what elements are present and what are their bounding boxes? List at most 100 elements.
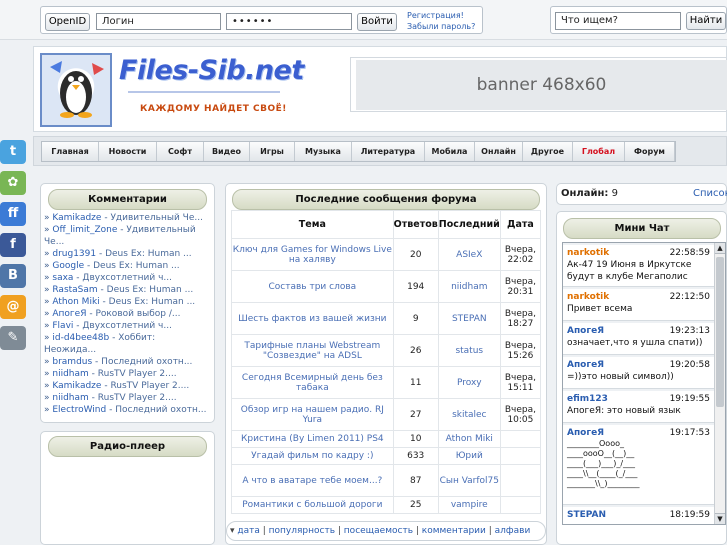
comment-user[interactable]: Off_limit_Zone — [52, 225, 117, 235]
comment-item[interactable]: » Off_limit_Zone - Удивительный — [44, 224, 212, 236]
online-list-link[interactable]: Список — [693, 188, 727, 199]
comment-topic[interactable]: Deus Ex: Human ... — [109, 297, 196, 307]
comment-topic[interactable]: Удивительный — [126, 225, 195, 235]
comment-item[interactable]: Че... — [44, 236, 212, 248]
comment-user[interactable]: drug1391 — [52, 249, 96, 259]
banner-ad[interactable]: banner 468x60 — [356, 60, 727, 110]
forum-topic-link[interactable]: Сегодня Всемирный день без табака — [231, 366, 394, 399]
nav-item-6[interactable]: Литература — [352, 142, 425, 161]
comment-item[interactable]: » drug1391 - Deus Ex: Human ... — [44, 248, 212, 260]
comment-user[interactable]: saxa — [52, 273, 73, 283]
facebook-icon[interactable]: f — [0, 233, 26, 257]
comment-user[interactable]: АпогеЯ — [52, 309, 86, 319]
comment-topic[interactable]: Роковой выбор /... — [95, 309, 180, 319]
password-input[interactable]: •••••• — [226, 13, 352, 30]
comment-user[interactable]: Athon Miki — [52, 297, 99, 307]
last-poster-link[interactable]: status — [437, 334, 501, 367]
search-button[interactable]: Найти — [686, 12, 726, 30]
comment-user[interactable]: Flavi — [52, 321, 73, 331]
forum-topic-link[interactable]: А что в аватаре тебе моем...? — [231, 464, 394, 497]
comment-item[interactable]: » id-d4bee48b - Хоббит: — [44, 332, 212, 344]
login-input[interactable]: Логин — [96, 13, 221, 30]
last-poster-link[interactable]: Proxy — [437, 366, 501, 399]
comment-topic[interactable]: RusTV Player 2.... — [110, 381, 189, 391]
comment-user[interactable]: bramdus — [52, 357, 92, 367]
forum-topic-link[interactable]: Кристина (By Limen 2011) PS4 — [231, 430, 394, 448]
last-poster-link[interactable]: niidham — [437, 270, 501, 303]
google-buzz-icon[interactable]: ✿ — [0, 171, 26, 195]
last-poster-link[interactable]: Юрий — [437, 447, 501, 465]
scroll-up-icon[interactable]: ▲ — [715, 243, 725, 254]
comment-user[interactable]: Google — [52, 261, 84, 271]
friendfeed-icon[interactable]: ff — [0, 202, 26, 226]
last-poster-link[interactable]: vampire — [437, 496, 501, 514]
comment-item[interactable]: » Kamikadze - RusTV Player 2.... — [44, 380, 212, 392]
comment-item[interactable]: » RastaSam - Deus Ex: Human ... — [44, 284, 212, 296]
comment-item[interactable]: » Kamikadze - Удивительный Че... — [44, 212, 212, 224]
sort-link-0[interactable]: дата — [237, 526, 260, 536]
nav-item-5[interactable]: Музыка — [295, 142, 352, 161]
comment-topic[interactable]: Двухсотлетний ч... — [82, 273, 172, 283]
vkontakte-icon[interactable]: B — [0, 264, 26, 288]
comment-topic[interactable]: Че... — [44, 237, 64, 247]
search-input[interactable]: Что ищем? — [555, 12, 681, 30]
comment-topic[interactable]: RusTV Player 2.... — [98, 393, 177, 403]
forum-topic-link[interactable]: Романтики с большой дороги — [231, 496, 394, 514]
comment-item[interactable]: Неожида... — [44, 344, 212, 356]
mail-ru-icon[interactable]: @ — [0, 295, 26, 319]
sort-link-1[interactable]: популярность — [269, 526, 335, 536]
nav-item-11[interactable]: Форум — [625, 142, 675, 161]
comment-item[interactable]: » saxa - Двухсотлетний ч... — [44, 272, 212, 284]
sort-link-3[interactable]: комментарии — [422, 526, 486, 536]
comment-topic[interactable]: Последний охотн... — [101, 357, 192, 367]
nav-item-2[interactable]: Софт — [157, 142, 204, 161]
comment-user[interactable]: niidham — [52, 369, 88, 379]
scroll-thumb[interactable] — [716, 257, 724, 407]
last-poster-link[interactable]: skitalec — [437, 398, 501, 431]
nav-item-8[interactable]: Онлайн — [475, 142, 523, 161]
comment-topic[interactable]: Хоббит: — [118, 333, 155, 343]
last-poster-link[interactable]: STEPAN — [437, 302, 501, 335]
nav-item-3[interactable]: Видео — [204, 142, 250, 161]
nav-item-4[interactable]: Игры — [250, 142, 295, 161]
sort-link-4[interactable]: алфави — [495, 526, 531, 536]
forum-topic-link[interactable]: Шесть фактов из вашей жизни — [231, 302, 394, 335]
comment-topic[interactable]: Deus Ex: Human ... — [105, 249, 192, 259]
register-link[interactable]: Регистрация! — [407, 11, 464, 21]
openid-button[interactable]: OpenID — [45, 13, 90, 31]
comment-item[interactable]: » niidham - RusTV Player 2.... — [44, 368, 212, 380]
comment-topic[interactable]: Последний охотн... — [115, 405, 206, 415]
forum-topic-link[interactable]: Обзор игр на нашем радио. RJ Yura — [231, 398, 394, 431]
comment-item[interactable]: » ElectroWind - Последний охотн... — [44, 404, 212, 416]
last-poster-link[interactable]: Сын Varfol75 — [437, 464, 501, 497]
comment-user[interactable]: ElectroWind — [52, 405, 106, 415]
forgot-password-link[interactable]: Забыли пароль? — [407, 22, 475, 32]
chat-scrollbar[interactable]: ▲ ▼ — [714, 243, 725, 524]
last-poster-link[interactable]: Athon Miki — [437, 430, 501, 448]
sort-link-2[interactable]: посещаемость — [344, 526, 413, 536]
bookmark-icon[interactable]: ✎ — [0, 326, 26, 350]
scroll-down-icon[interactable]: ▼ — [715, 513, 725, 524]
twitter-icon[interactable]: t — [0, 140, 26, 164]
comment-topic[interactable]: Удивительный Че... — [110, 213, 203, 223]
forum-topic-link[interactable]: Ключ для Games for Windows Live на халяв… — [231, 238, 394, 271]
comment-item[interactable]: » Athon Miki - Deus Ex: Human ... — [44, 296, 212, 308]
logo-icon[interactable] — [40, 53, 112, 127]
nav-item-0[interactable]: Главная — [42, 142, 99, 161]
comment-item[interactable]: » niidham - RusTV Player 2.... — [44, 392, 212, 404]
last-poster-link[interactable]: ASIeX — [437, 238, 501, 271]
comment-item[interactable]: » Flavi - Двухсотлетний ч... — [44, 320, 212, 332]
nav-item-1[interactable]: Новости — [99, 142, 157, 161]
comment-topic[interactable]: Двухсотлетний ч... — [82, 321, 172, 331]
forum-topic-link[interactable]: Составь три слова — [231, 270, 394, 303]
comment-user[interactable]: RastaSam — [52, 285, 97, 295]
forum-topic-link[interactable]: Угадай фильм по кадру :) — [231, 447, 394, 465]
comment-topic[interactable]: RusTV Player 2.... — [98, 369, 177, 379]
comment-user[interactable]: Kamikadze — [52, 213, 101, 223]
nav-item-10[interactable]: Глобал — [573, 142, 625, 161]
comment-item[interactable]: » bramdus - Последний охотн... — [44, 356, 212, 368]
comment-topic[interactable]: Неожида... — [44, 345, 96, 355]
comment-topic[interactable]: Deus Ex: Human ... — [93, 261, 180, 271]
comment-item[interactable]: » Google - Deus Ex: Human ... — [44, 260, 212, 272]
comment-item[interactable]: » АпогеЯ - Роковой выбор /... — [44, 308, 212, 320]
